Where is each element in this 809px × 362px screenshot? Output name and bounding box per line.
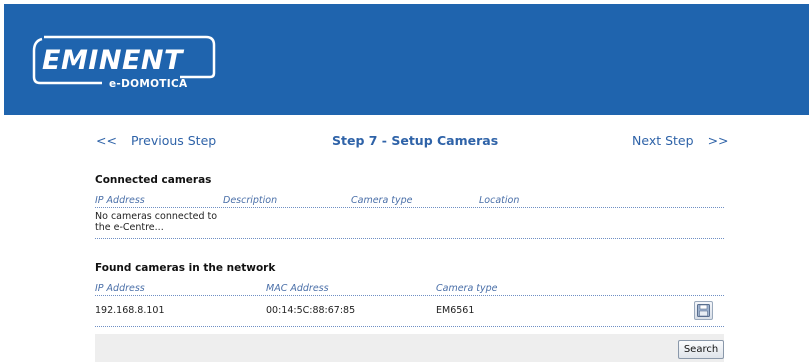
footer-bar	[95, 334, 724, 362]
divider	[95, 326, 724, 327]
save-icon	[697, 304, 710, 317]
found-col-mac: MAC Address	[266, 283, 329, 294]
logo-subtitle: e-DOMOTICA	[109, 78, 188, 90]
divider	[95, 295, 724, 296]
logo-wordmark: EMINENT	[42, 45, 185, 76]
found-col-camera-type: Camera type	[436, 283, 498, 294]
camera-type: EM6561	[436, 305, 475, 316]
page-title: Step 7 - Setup Cameras	[332, 133, 499, 148]
eminent-logo: EMINENT e-DOMOTICA	[30, 35, 220, 93]
previous-arrows: <<	[96, 133, 117, 148]
connected-col-ip: IP Address	[95, 195, 145, 206]
divider	[95, 238, 724, 239]
previous-step-link[interactable]: << Previous Step	[96, 133, 216, 148]
next-arrows: >>	[707, 133, 729, 148]
header-banner: EMINENT e-DOMOTICA	[4, 4, 809, 115]
search-button[interactable]: Search	[678, 340, 724, 359]
add-camera-button[interactable]	[694, 301, 713, 320]
connected-col-location: Location	[479, 195, 520, 206]
connected-col-camera-type: Camera type	[351, 195, 413, 206]
next-step-link[interactable]: Next Step >>	[632, 133, 729, 148]
step-navigation: << Previous Step Step 7 - Setup Cameras N…	[0, 133, 809, 153]
found-col-ip: IP Address	[95, 283, 145, 294]
divider	[95, 207, 724, 208]
next-step-label: Next Step	[632, 133, 694, 148]
connected-col-description: Description	[223, 195, 278, 206]
connected-cameras-title: Connected cameras	[95, 174, 212, 186]
camera-ip: 192.168.8.101	[95, 305, 165, 316]
camera-mac: 00:14:5C:88:67:85	[266, 305, 356, 316]
previous-step-label: Previous Step	[130, 133, 217, 148]
found-cameras-title: Found cameras in the network	[95, 262, 276, 274]
no-cameras-message: No cameras connected to the e-Centre...	[95, 211, 218, 233]
